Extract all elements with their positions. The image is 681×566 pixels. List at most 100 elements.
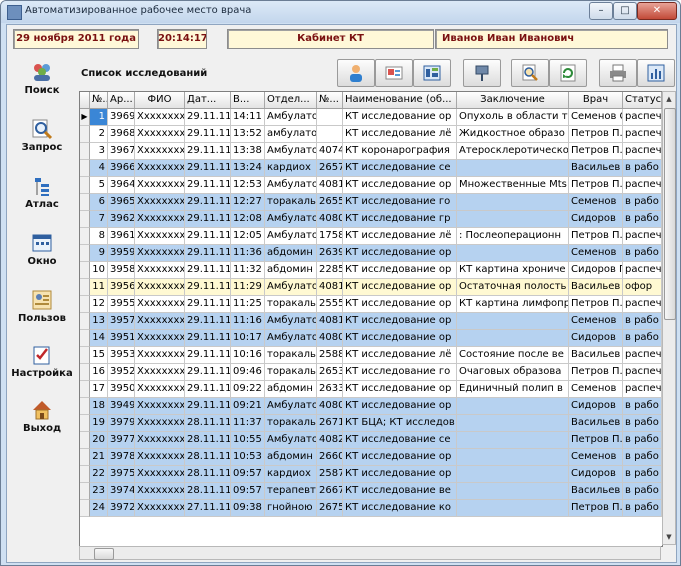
cell-date[interactable]: 29.11.11 [185, 177, 231, 194]
cell-archive[interactable]: 3967 [108, 143, 135, 160]
cell-archive[interactable]: 3959 [108, 245, 135, 262]
cell-case-number[interactable]: 2671 [317, 415, 343, 432]
cell-patient-name[interactable]: Хxxxxxxx [135, 415, 185, 432]
cell-status[interactable]: распеч [623, 109, 662, 126]
cell-patient-name[interactable]: Хxxxxxxx [135, 449, 185, 466]
cell-number[interactable]: 11 [90, 279, 108, 296]
cell-archive[interactable]: 3968 [108, 126, 135, 143]
cell-doctor[interactable]: Васильев [569, 483, 623, 500]
cell-department[interactable]: абдомин [265, 381, 317, 398]
cell-department[interactable]: Амбулато [265, 177, 317, 194]
table-row[interactable]: 8 3961 Хxxxxxxx 29.11.11 12:05 Амбулато 1758 КТ… [80, 228, 662, 245]
cell-number[interactable]: 18 [90, 398, 108, 415]
table-row[interactable]: 9 3959 Хxxxxxxx 29.11.11 11:36 абдомин 2639 КТ … [80, 245, 662, 262]
cell-conclusion[interactable] [457, 500, 569, 517]
sidebar-item-exit[interactable]: Выход [7, 399, 77, 449]
cell-case-number[interactable]: 2285 [317, 262, 343, 279]
cell-doctor[interactable]: Васильев [569, 415, 623, 432]
cell-number[interactable]: 22 [90, 466, 108, 483]
cell-date[interactable]: 29.11.11 [185, 347, 231, 364]
cell-doctor[interactable]: Семенов [569, 381, 623, 398]
cell-date[interactable]: 29.11.11 [185, 296, 231, 313]
cell-number[interactable]: 7 [90, 211, 108, 228]
cell-doctor[interactable]: Сидоров [569, 330, 623, 347]
table-row[interactable]: 2 3968 Хxxxxxxx 29.11.11 13:52 амбулато КТ исс… [80, 126, 662, 143]
cell-study[interactable]: КТ исследование го [343, 194, 457, 211]
cell-department[interactable]: амбулато [265, 126, 317, 143]
cell-study[interactable]: КТ исследование го [343, 364, 457, 381]
cell-case-number[interactable]: 2587 [317, 466, 343, 483]
cell-date[interactable]: 28.11.11 [185, 432, 231, 449]
cell-department[interactable]: гнойною [265, 500, 317, 517]
cell-department[interactable]: торакалы [265, 347, 317, 364]
cell-doctor[interactable]: Сидоров [569, 466, 623, 483]
cell-date[interactable]: 29.11.11 [185, 313, 231, 330]
cell-date[interactable]: 29.11.11 [185, 262, 231, 279]
toolbar-button-pin[interactable] [463, 59, 501, 87]
cell-archive[interactable]: 3966 [108, 160, 135, 177]
cell-archive[interactable]: 3962 [108, 211, 135, 228]
cell-department[interactable]: торакалы [265, 194, 317, 211]
cell-patient-name[interactable]: Хxxxxxxx [135, 262, 185, 279]
cell-number[interactable]: 14 [90, 330, 108, 347]
cell-archive[interactable]: 3956 [108, 279, 135, 296]
cell-time[interactable]: 11:32 [231, 262, 265, 279]
cell-study[interactable]: КТ исследование ор [343, 109, 457, 126]
cell-doctor[interactable]: Васильев [569, 279, 623, 296]
cell-number[interactable]: 17 [90, 381, 108, 398]
cell-time[interactable]: 13:52 [231, 126, 265, 143]
table-row[interactable]: ▶ 1 3969 Хxxxxxxx 29.11.11 14:11 Амбулато КТ ис… [80, 109, 662, 126]
table-row[interactable]: 18 3949 Хxxxxxxx 29.11.11 09:21 Амбулато 4080 К… [80, 398, 662, 415]
cell-conclusion[interactable]: КТ картина хрониче [457, 262, 569, 279]
cell-doctor[interactable]: Петров П. [569, 228, 623, 245]
cell-number[interactable]: 5 [90, 177, 108, 194]
cell-case-number[interactable] [317, 109, 343, 126]
cell-conclusion[interactable]: Состояние после ве [457, 347, 569, 364]
cell-date[interactable]: 29.11.11 [185, 126, 231, 143]
cell-time[interactable]: 10:17 [231, 330, 265, 347]
cell-archive[interactable]: 3951 [108, 330, 135, 347]
cell-number[interactable]: 2 [90, 126, 108, 143]
cell-department[interactable]: Амбулато [265, 313, 317, 330]
vertical-scrollbar[interactable]: ▲ ▼ [662, 91, 676, 545]
sidebar-item-window[interactable]: Окно [7, 232, 77, 282]
table-row[interactable]: 14 3951 Хxxxxxxx 29.11.11 10:17 Амбулато 4080 К… [80, 330, 662, 347]
cell-study[interactable]: КТ исследование ор [343, 296, 457, 313]
toolbar-button-patient[interactable] [337, 59, 375, 87]
cell-date[interactable]: 28.11.11 [185, 483, 231, 500]
table-row[interactable]: 3 3967 Хxxxxxxx 29.11.11 13:38 Амбулато 4074 КТ… [80, 143, 662, 160]
cell-study[interactable]: КТ исследование ор [343, 466, 457, 483]
cell-patient-name[interactable]: Хxxxxxxx [135, 160, 185, 177]
cell-date[interactable]: 29.11.11 [185, 330, 231, 347]
cell-conclusion[interactable]: Множественные Mts [457, 177, 569, 194]
cell-archive[interactable]: 3957 [108, 313, 135, 330]
scroll-down-icon[interactable]: ▼ [663, 530, 675, 544]
cell-study[interactable]: КТ исследование ор [343, 381, 457, 398]
cell-study[interactable]: КТ исследование ор [343, 313, 457, 330]
cell-department[interactable]: Амбулато [265, 330, 317, 347]
cell-doctor[interactable]: Сидоров П. [569, 262, 623, 279]
cell-case-number[interactable]: 2653 [317, 364, 343, 381]
cell-number[interactable]: 21 [90, 449, 108, 466]
cell-patient-name[interactable]: Хxxxxxxx [135, 194, 185, 211]
cell-doctor[interactable]: Семенов С [569, 109, 623, 126]
cell-number[interactable]: 20 [90, 432, 108, 449]
cell-conclusion[interactable]: : Послеоперационн [457, 228, 569, 245]
toolbar-button-scan[interactable] [413, 59, 451, 87]
horizontal-scrollbar[interactable] [79, 546, 661, 560]
cell-case-number[interactable]: 4081 [317, 279, 343, 296]
horizontal-scroll-thumb[interactable] [94, 548, 114, 560]
cell-archive[interactable]: 3953 [108, 347, 135, 364]
cell-conclusion[interactable] [457, 483, 569, 500]
sidebar-item-atlas[interactable]: Атлас [7, 175, 77, 225]
cell-study[interactable]: КТ БЦА; КТ исследов [343, 415, 457, 432]
cell-conclusion[interactable]: КТ картина лимфопр [457, 296, 569, 313]
cell-doctor[interactable]: Петров П. [569, 500, 623, 517]
cell-status[interactable]: распеч [623, 296, 662, 313]
column-header-case-number[interactable]: №... [317, 92, 343, 108]
cell-conclusion[interactable] [457, 449, 569, 466]
cell-conclusion[interactable] [457, 211, 569, 228]
cell-date[interactable]: 29.11.11 [185, 194, 231, 211]
toolbar-button-refresh[interactable] [549, 59, 587, 87]
cell-patient-name[interactable]: Хxxxxxxx [135, 466, 185, 483]
